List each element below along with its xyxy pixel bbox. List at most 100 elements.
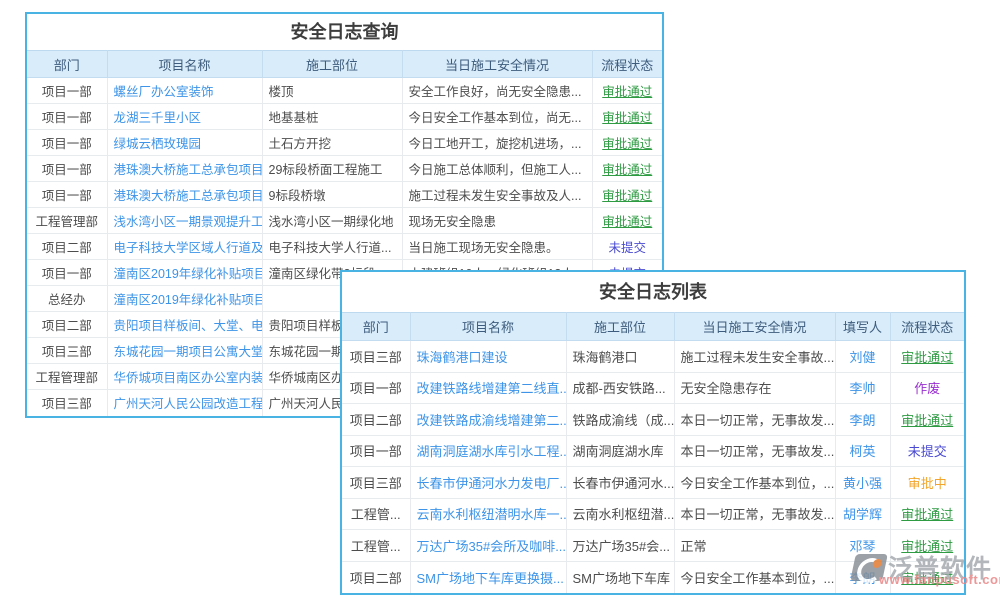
list-header-project: 项目名称 [410,313,566,341]
dept-label: 项目一部 [42,189,92,203]
safety-log-list-panel: 安全日志列表 部门 项目名称 施工部位 当日施工安全情况 填写人 流程状态 项目… [340,270,966,595]
project-link[interactable]: 华侨城项目南区办公室内装修 [114,371,263,385]
safety-label: 今日安全工作基本到位，... [681,476,835,491]
dept-label: 项目三部 [350,476,402,491]
project-link[interactable]: 浅水湾小区一期景观提升工程 [114,215,263,229]
part-label: 万达广场35#会... [573,539,671,554]
project-cell: 珠海鹤港口建设 [410,341,566,373]
query-table-row: 项目一部 绿城云栖玫瑰园 土石方开挖 今日工地开工，旋挖机进场，... 审批通过 [27,130,662,156]
status-link[interactable]: 审批中 [908,476,947,491]
project-link[interactable]: SM广场地下车库更换摄... [417,571,564,586]
safety-cell: 无安全隐患存在 [674,372,835,404]
project-cell: 湖南洞庭湖水库引水工程... [410,435,566,467]
status-link[interactable]: 审批通过 [602,215,652,229]
page: 安全日志查询 部门 项目名称 施工部位 当日施工安全情况 流程状态 项目一部 螺… [0,0,1000,600]
writer-link[interactable]: 胡学辉 [843,507,882,522]
list-table-row: 项目三部 珠海鹤港口建设 珠海鹤港口 施工过程未发生安全事故... 刘健 审批通… [342,341,964,373]
project-link[interactable]: 龙湖三千里小区 [114,111,202,125]
project-link[interactable]: 湖南洞庭湖水库引水工程... [417,444,567,459]
status-link[interactable]: 审批通过 [602,137,652,151]
status-link[interactable]: 审批通过 [901,413,953,428]
project-cell: 改建铁路线增建第二线直... [410,372,566,404]
project-link[interactable]: 珠海鹤港口建设 [417,350,508,365]
project-link[interactable]: 港珠澳大桥施工总承包项目 [114,163,263,177]
safety-label: 本日一切正常，无事故发... [681,507,835,522]
status-cell: 审批通过 [592,182,662,208]
part-label: 成都-西安铁路... [573,381,666,396]
project-link[interactable]: 潼南区2019年绿化补贴项目-标 [114,293,263,307]
dept-cell: 项目一部 [27,182,107,208]
project-link[interactable]: 万达广场35#会所及咖啡... [417,539,567,554]
part-cell: 成都-西安铁路... [566,372,674,404]
dept-cell: 项目一部 [342,435,410,467]
project-link[interactable]: 东城花园一期项目公寓大堂 装修 [114,345,263,359]
project-link[interactable]: 潼南区2019年绿化补贴项目-标 [114,267,263,281]
dept-cell: 项目一部 [27,78,107,104]
status-link[interactable]: 作废 [914,381,940,396]
part-label: 云南水利枢纽潜... [573,507,675,522]
project-cell: 云南水利枢纽潜明水库一... [410,498,566,530]
project-cell: 绿城云栖玫瑰园 [107,130,262,156]
project-link[interactable]: 改建铁路成渝线增建第二... [417,413,567,428]
dept-cell: 项目二部 [27,234,107,260]
project-cell: 华侨城项目南区办公室内装修 [107,364,262,390]
status-link[interactable]: 未提交 [908,444,947,459]
status-link[interactable]: 审批通过 [602,85,652,99]
project-link[interactable]: 螺丝厂办公室装饰 [114,85,214,99]
query-table-row: 项目一部 港珠澳大桥施工总承包项目 9标段桥墩 施工过程未发生安全事故及人...… [27,182,662,208]
watermark-url: www.fanpusoft.com [879,572,1000,587]
part-cell: 长春市伊通河水... [566,467,674,499]
status-link[interactable]: 审批通过 [901,350,953,365]
writer-cell: 柯英 [835,435,890,467]
status-link[interactable]: 审批通过 [602,163,652,177]
status-cell: 未提交 [890,435,964,467]
project-link[interactable]: 电子科技大学区域人行道及非 [114,241,263,255]
part-label: 铁路成渝线（成... [573,413,675,428]
dept-label: 项目三部 [42,345,92,359]
project-cell: 港珠澳大桥施工总承包项目 [107,182,262,208]
safety-label: 今日工地开工，旋挖机进场，... [409,137,582,151]
part-cell: 铁路成渝线（成... [566,404,674,436]
project-link[interactable]: 绿城云栖玫瑰园 [114,137,202,151]
project-cell: SM广场地下车库更换摄... [410,561,566,593]
status-link[interactable]: 审批通过 [901,507,953,522]
status-cell: 审批通过 [592,208,662,234]
writer-cell: 刘健 [835,341,890,373]
project-link[interactable]: 港珠澳大桥施工总承包项目 [114,189,263,203]
dept-label: 项目二部 [350,413,402,428]
project-cell: 广州天河人民公园改造工程 [107,390,262,416]
list-header-safety: 当日施工安全情况 [674,313,835,341]
part-label: 湖南洞庭湖水库 [573,444,664,459]
project-link[interactable]: 长春市伊通河水力发电厂... [417,476,567,491]
part-label: 地基基桩 [269,111,319,125]
status-link[interactable]: 未提交 [608,241,646,255]
writer-link[interactable]: 李帅 [849,381,875,396]
safety-label: 当日施工现场无安全隐患。 [409,241,559,255]
query-table-row: 项目一部 龙湖三千里小区 地基基桩 今日安全工作基本到位，尚无... 审批通过 [27,104,662,130]
writer-link[interactable]: 黄小强 [843,476,882,491]
safety-label: 本日一切正常，无事故发... [681,413,835,428]
safety-label: 安全工作良好，尚无安全隐患... [409,85,582,99]
status-cell: 审批通过 [592,78,662,104]
dept-cell: 总经办 [27,286,107,312]
writer-link[interactable]: 刘健 [849,350,875,365]
project-link[interactable]: 云南水利枢纽潜明水库一... [417,507,567,522]
safety-label: 本日一切正常，无事故发... [681,444,835,459]
dept-cell: 工程管... [342,498,410,530]
project-link[interactable]: 改建铁路线增建第二线直... [417,381,567,396]
fanpu-watermark: 泛普软件 www.fanpusoft.com [853,549,992,585]
status-cell: 审批通过 [890,404,964,436]
writer-link[interactable]: 李朗 [849,413,875,428]
query-table-row: 项目一部 螺丝厂办公室装饰 楼顶 安全工作良好，尚无安全隐患... 审批通过 [27,78,662,104]
list-table-row: 项目一部 湖南洞庭湖水库引水工程... 湖南洞庭湖水库 本日一切正常，无事故发.… [342,435,964,467]
dept-label: 项目一部 [42,111,92,125]
dept-cell: 项目二部 [342,561,410,593]
project-link[interactable]: 贵阳项目样板间、大堂、电梯 [114,319,263,333]
status-link[interactable]: 审批通过 [602,189,652,203]
part-label: 长春市伊通河水... [573,476,675,491]
status-link[interactable]: 审批通过 [602,111,652,125]
writer-link[interactable]: 柯英 [849,444,875,459]
safety-cell: 今日工地开工，旋挖机进场，... [402,130,592,156]
project-link[interactable]: 广州天河人民公园改造工程 [114,397,263,411]
part-label: 东城花园一期 [269,345,344,359]
